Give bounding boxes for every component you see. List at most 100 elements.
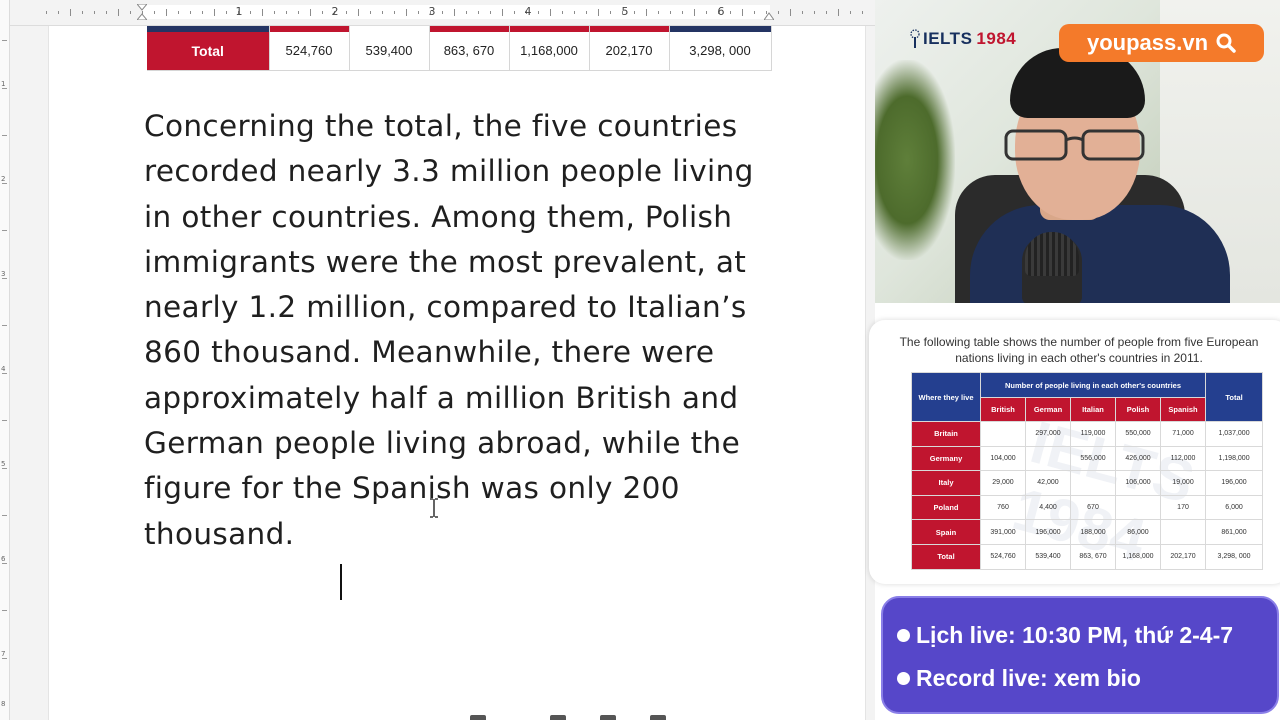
ruler-tick bbox=[694, 9, 695, 16]
table-cell: 760 bbox=[980, 494, 1026, 521]
ruler-tick bbox=[550, 9, 551, 16]
ruler-tick bbox=[634, 11, 635, 14]
ruler-tick bbox=[214, 9, 215, 16]
ruler-number: 5 bbox=[621, 5, 629, 18]
left-indent-marker-icon[interactable] bbox=[137, 4, 147, 20]
row-header: Italy bbox=[911, 470, 981, 496]
ruler-tick bbox=[586, 11, 587, 14]
ruler-tick bbox=[514, 11, 515, 14]
plant-image bbox=[875, 60, 955, 260]
ruler-tick bbox=[298, 11, 299, 14]
table-row: Britain 297,000 119,000 550,000 71,000 1,037,… bbox=[911, 421, 1264, 447]
table-cell: 539,400 bbox=[1025, 543, 1071, 570]
column-header: Spanish bbox=[1159, 397, 1207, 422]
table-caption: The following table shows the number of … bbox=[899, 335, 1259, 365]
table-cell: 42,000 bbox=[1025, 470, 1071, 496]
table-cell-total: 3,298, 000 bbox=[1205, 543, 1264, 570]
table-cell: 86,000 bbox=[1115, 519, 1161, 545]
column-header: Italian bbox=[1070, 397, 1116, 422]
ielts-1984-logo: IELTS 1984 bbox=[908, 26, 1016, 52]
ruler-tick bbox=[190, 11, 191, 14]
vertical-ruler-number: 7 bbox=[1, 650, 6, 658]
table-cell: 104,000 bbox=[980, 445, 1026, 472]
table-cell-total: 1,198,000 bbox=[1205, 445, 1264, 472]
ibeam-cursor-icon bbox=[429, 498, 439, 518]
ruler-tick bbox=[358, 9, 359, 16]
table-cell-total: 1,037,000 bbox=[1205, 421, 1264, 447]
table-cell bbox=[980, 421, 1026, 447]
vertical-ruler-number: 3 bbox=[1, 270, 6, 278]
table-cell: 524,760 bbox=[269, 32, 350, 71]
ruler-tick bbox=[790, 9, 791, 16]
ruler-tick bbox=[286, 11, 287, 14]
toolbar-icon[interactable] bbox=[600, 715, 616, 720]
table-row-total: Total 524,760 539,400 863, 670 1,168,000… bbox=[147, 32, 772, 71]
vertical-ruler-number: 1 bbox=[1, 80, 6, 88]
table-cell: 524,760 bbox=[980, 543, 1026, 570]
ruler-tick bbox=[706, 11, 707, 14]
ruler-tick bbox=[70, 9, 71, 16]
schedule-line: Record live: xem bio bbox=[897, 665, 1141, 692]
toolbar-icon[interactable] bbox=[550, 715, 566, 720]
table-cell: 4,400 bbox=[1025, 494, 1071, 521]
table-cell: 297,000 bbox=[1025, 421, 1071, 447]
bullet-icon bbox=[897, 629, 910, 642]
table-cell bbox=[1070, 470, 1116, 496]
ruler-tick bbox=[118, 9, 119, 16]
ruler-tick bbox=[682, 11, 683, 14]
document-editor[interactable]: 1 2 3 4 5 6 7 8 1 2 3 4 5 6 Total 524,76… bbox=[0, 0, 875, 720]
table-cell: 202,170 bbox=[589, 32, 670, 71]
table-cell: 196,000 bbox=[1025, 519, 1071, 545]
ruler-tick bbox=[346, 11, 347, 14]
ruler-tick bbox=[838, 9, 839, 16]
logo-text-ielts: IELTS bbox=[923, 29, 973, 48]
toolbar-icon[interactable] bbox=[470, 715, 486, 720]
ruler-tick bbox=[778, 11, 779, 14]
ruler-tick bbox=[730, 11, 731, 14]
ruler-tick bbox=[538, 11, 539, 14]
ruler-tick bbox=[178, 11, 179, 14]
ruler-tick bbox=[850, 11, 851, 14]
ruler-tick bbox=[406, 9, 407, 16]
ruler-tick bbox=[478, 11, 479, 14]
youpass-brand-button[interactable]: youpass.vn bbox=[1059, 24, 1264, 62]
ruler-number: 1 bbox=[235, 5, 243, 18]
header-total: Total bbox=[1205, 372, 1264, 422]
toolbar-icon[interactable] bbox=[650, 715, 666, 720]
horizontal-ruler[interactable]: 1 2 3 4 5 6 bbox=[10, 0, 875, 26]
ruler-tick bbox=[382, 11, 383, 14]
column-header: British bbox=[980, 397, 1026, 422]
vertical-ruler-number: 2 bbox=[1, 175, 6, 183]
document-paragraph[interactable]: Concerning the total, the five countries… bbox=[144, 104, 784, 557]
table-cell: 3,298, 000 bbox=[669, 32, 772, 71]
glasses-icon bbox=[1004, 129, 1145, 161]
ruler-tick bbox=[370, 11, 371, 14]
ruler-tick bbox=[670, 11, 671, 14]
ruler-tick bbox=[454, 9, 455, 16]
column-header: German bbox=[1025, 397, 1071, 422]
ruler-number: 4 bbox=[524, 5, 532, 18]
table-cell: 106,000 bbox=[1115, 470, 1161, 496]
ruler-tick bbox=[94, 11, 95, 14]
ruler-tick bbox=[862, 11, 863, 14]
tree-logo-icon bbox=[910, 29, 920, 48]
right-indent-marker-icon[interactable] bbox=[764, 4, 774, 20]
ruler-tick bbox=[574, 11, 575, 14]
schedule-line: Lịch live: 10:30 PM, thứ 2-4-7 bbox=[897, 622, 1233, 649]
ruler-tick bbox=[646, 9, 647, 16]
document-page[interactable]: Total 524,760 539,400 863, 670 1,168,000… bbox=[48, 26, 866, 720]
ruler-tick bbox=[262, 9, 263, 16]
table-cell: 112,000 bbox=[1159, 445, 1207, 472]
table-cell: 539,400 bbox=[349, 32, 430, 71]
vertical-ruler-number: 4 bbox=[1, 365, 6, 373]
table-cell: 119,000 bbox=[1070, 421, 1116, 447]
ruler-tick bbox=[82, 11, 83, 14]
ruler-tick bbox=[814, 11, 815, 14]
header-where-they-live: Where they live bbox=[911, 372, 981, 422]
ruler-tick bbox=[466, 11, 467, 14]
table-cell: 670 bbox=[1070, 494, 1116, 521]
schedule-text: Lịch live: 10:30 PM, thứ 2-4-7 bbox=[916, 622, 1234, 648]
ruler-tick bbox=[442, 11, 443, 14]
webcam-feed: IELTS 1984 youpass.vn bbox=[875, 0, 1280, 303]
ruler-tick bbox=[742, 9, 743, 16]
